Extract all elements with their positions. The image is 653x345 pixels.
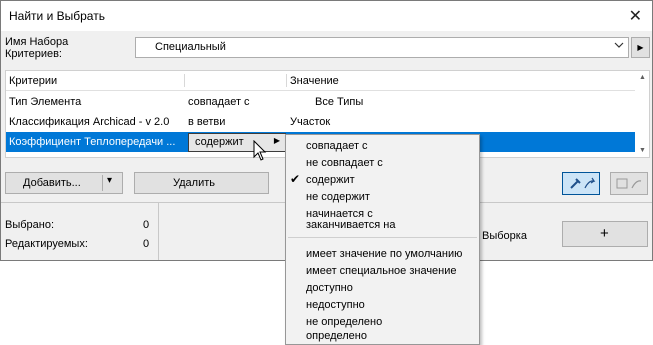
pick-parameters-button[interactable] — [562, 172, 600, 195]
close-icon[interactable]: ✕ — [629, 6, 642, 26]
row-operator: совпадает с — [188, 96, 250, 108]
menu-item[interactable]: совпадает с — [306, 140, 368, 152]
title-bar: Найти и Выбрать ✕ — [1, 1, 652, 31]
table-scrollbar[interactable]: ▲ ▼ — [636, 71, 649, 157]
table-row[interactable]: Тип Элемента совпадает с Все Типы — [6, 92, 635, 112]
menu-item-checked[interactable]: содержит — [306, 174, 355, 186]
add-button[interactable]: Добавить... ▾ — [5, 172, 123, 194]
marquee-icon — [616, 178, 642, 189]
row-criterion: Коэффициент Теплопередачи ... — [9, 136, 176, 148]
remove-button[interactable]: Удалить — [134, 172, 269, 194]
eyedropper-icon — [570, 177, 596, 189]
row-value: Участок — [290, 116, 331, 128]
expand-arrow-button[interactable]: ▶ — [631, 37, 650, 58]
checkmark-icon: ✔ — [290, 172, 301, 186]
chevron-down-icon — [614, 40, 624, 53]
stats-divider — [158, 203, 159, 260]
split-divider — [102, 175, 103, 191]
menu-item[interactable]: не содержит — [306, 191, 370, 203]
criteria-set-dropdown[interactable]: Специальный — [135, 37, 629, 58]
mouse-cursor-icon — [253, 140, 267, 161]
menu-item[interactable]: определено — [306, 330, 367, 342]
play-arrow-icon: ▶ — [637, 43, 644, 52]
plus-icon: + — [600, 225, 609, 242]
operator-context-menu: совпадает с не совпадает с ✔ содержит не… — [285, 134, 480, 345]
operator-value: содержит — [195, 136, 244, 148]
remove-button-label: Удалить — [173, 177, 215, 189]
table-header: Критерии Значение — [6, 71, 635, 91]
add-button-label: Добавить... — [23, 177, 81, 189]
window-title: Найти и Выбрать — [9, 9, 105, 23]
menu-item[interactable]: не определено — [306, 316, 382, 328]
menu-separator — [288, 237, 477, 238]
menu-item[interactable]: имеет специальное значение — [306, 265, 457, 277]
operator-dropdown[interactable]: содержит ▶ — [188, 133, 286, 152]
chevron-down-icon[interactable]: ▾ — [107, 175, 112, 186]
add-selection-button[interactable]: + — [562, 221, 648, 247]
editable-label: Редактируемых: — [5, 238, 88, 250]
submenu-arrow-icon: ▶ — [273, 136, 280, 145]
row-criterion: Классификация Archicad - v 2.0 — [9, 116, 170, 128]
editable-value: 0 — [143, 238, 150, 250]
selected-label: Выбрано: — [5, 219, 55, 231]
row-criterion: Тип Элемента — [9, 96, 82, 108]
menu-item[interactable]: недоступно — [306, 299, 365, 311]
column-divider — [184, 74, 185, 87]
menu-item[interactable]: доступно — [306, 282, 353, 294]
table-row[interactable]: Классификация Archicad - v 2.0 в ветви У… — [6, 112, 635, 132]
marquee-select-button[interactable] — [610, 172, 648, 195]
header-value: Значение — [290, 75, 339, 87]
criteria-set-label-line2: Критериев: — [5, 48, 62, 60]
menu-item[interactable]: заканчивается на — [306, 219, 396, 231]
criteria-set-label-line1: Имя Набора — [5, 36, 69, 48]
scroll-up-icon[interactable]: ▲ — [639, 74, 646, 81]
scroll-down-icon[interactable]: ▼ — [639, 147, 646, 154]
row-value: Все Типы — [315, 96, 364, 108]
criteria-set-value: Специальный — [155, 41, 226, 53]
selected-value: 0 — [143, 219, 150, 231]
selection-label: Выборка — [482, 230, 527, 242]
column-divider — [286, 74, 287, 87]
menu-item[interactable]: имеет значение по умолчанию — [306, 248, 462, 260]
row-operator: в ветви — [188, 116, 226, 128]
header-criteria: Критерии — [9, 75, 58, 87]
menu-item[interactable]: не совпадает с — [306, 157, 383, 169]
